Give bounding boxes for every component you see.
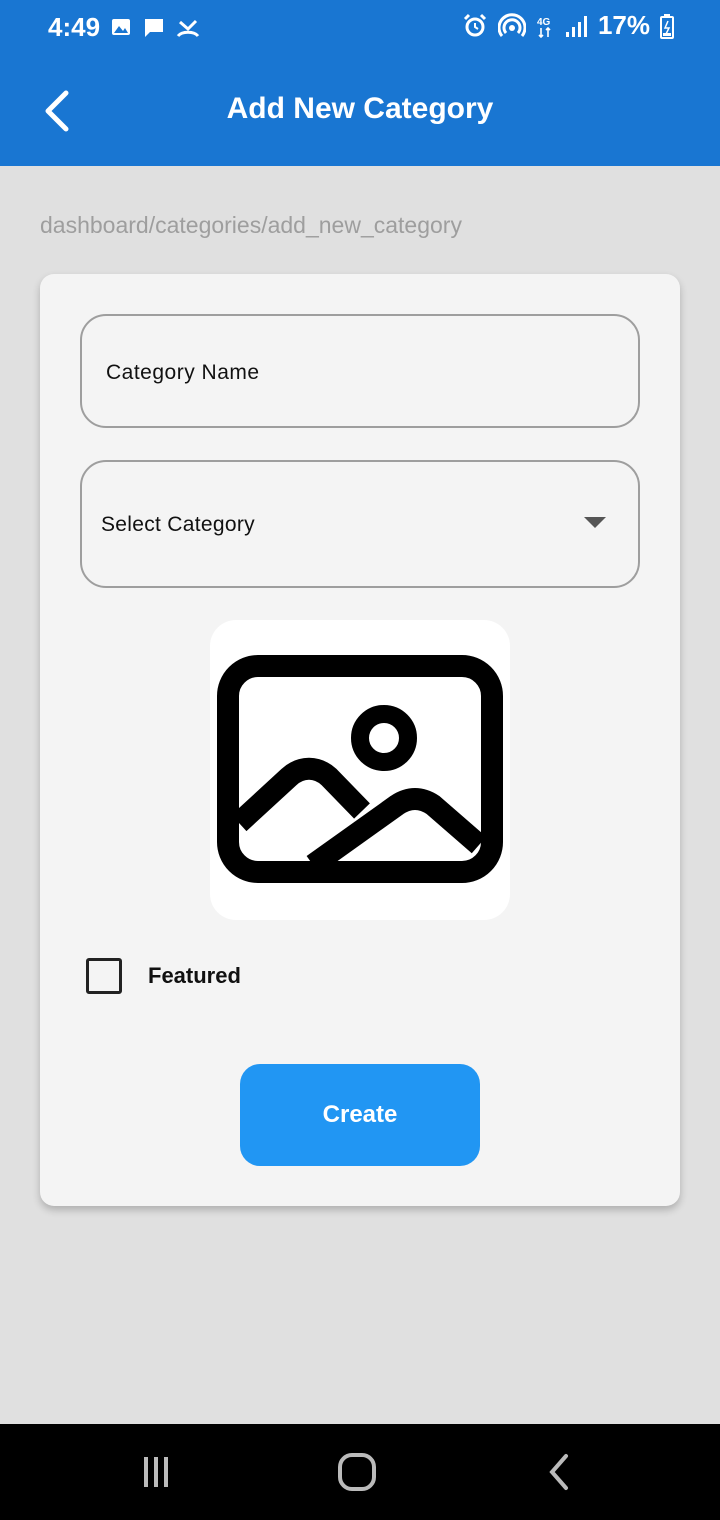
home-button[interactable] xyxy=(336,1450,378,1494)
status-system-icons: 4G 17% xyxy=(462,10,674,41)
page-title: Add New Category xyxy=(226,92,494,125)
hotspot-icon xyxy=(497,12,526,37)
svg-text:4G: 4G xyxy=(537,17,551,28)
status-time: 4:49 xyxy=(48,12,101,42)
app-bar: Add New Category xyxy=(0,56,720,166)
battery-percent: 17% xyxy=(597,10,650,40)
system-nav-bar xyxy=(0,1424,720,1520)
featured-checkbox[interactable] xyxy=(86,958,122,994)
image-placeholder-icon xyxy=(217,655,503,883)
signal-icon xyxy=(565,15,587,37)
dropdown-arrow-icon xyxy=(584,517,606,528)
category-name-field[interactable]: Category Name xyxy=(80,314,640,428)
status-bar: 4:49 4G 17% xyxy=(0,0,720,56)
battery-icon xyxy=(660,13,674,39)
recents-button[interactable] xyxy=(134,1450,178,1494)
featured-row: Featured xyxy=(86,958,241,994)
recents-icon xyxy=(144,1457,168,1487)
create-button[interactable]: Create xyxy=(240,1064,480,1166)
form-card: Category Name Select Category Featured C… xyxy=(40,274,680,1206)
chat-notification-icon xyxy=(145,19,163,37)
image-picker[interactable] xyxy=(210,620,510,920)
missed-call-icon xyxy=(176,19,200,38)
category-name-placeholder: Category Name xyxy=(106,361,260,384)
status-notification-icons xyxy=(110,16,200,40)
back-icon xyxy=(549,1454,568,1490)
4g-icon: 4G xyxy=(537,17,551,38)
select-category-placeholder: Select Category xyxy=(101,513,255,536)
image-notification-icon xyxy=(112,19,130,35)
featured-label: Featured xyxy=(148,963,241,988)
breadcrumb: dashboard/categories/add_new_category xyxy=(40,212,462,238)
nav-back-button[interactable] xyxy=(544,1450,574,1494)
home-icon xyxy=(338,1453,376,1491)
select-category-dropdown[interactable]: Select Category xyxy=(80,460,640,588)
alarm-icon xyxy=(463,13,487,36)
